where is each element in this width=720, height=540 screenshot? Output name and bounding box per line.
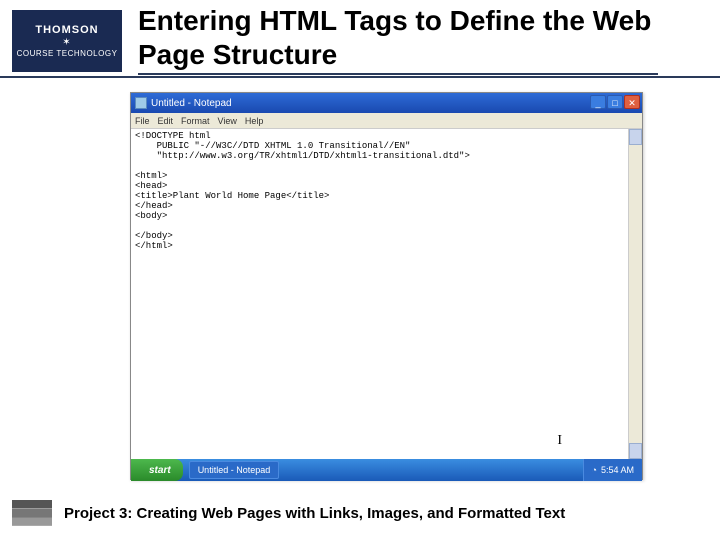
windows-taskbar: start Untitled - Notepad ◔ 5:54 AM <box>131 459 642 481</box>
taskbar-item-notepad[interactable]: Untitled - Notepad <box>189 461 280 479</box>
menu-edit[interactable]: Edit <box>158 116 174 126</box>
text-cursor-icon: I <box>557 433 562 449</box>
notepad-menu-bar: File Edit Format View Help <box>131 113 642 129</box>
slide-title: Entering HTML Tags to Define the Web Pag… <box>138 4 658 75</box>
thomson-logo: THOMSON ✶ COURSE TECHNOLOGY <box>12 10 122 72</box>
start-label: start <box>149 465 171 476</box>
window-controls: _ □ ✕ <box>590 95 640 109</box>
tray-clock: 5:54 AM <box>601 465 634 475</box>
slide: THOMSON ✶ COURSE TECHNOLOGY Entering HTM… <box>0 0 720 540</box>
notepad-titlebar[interactable]: Untitled - Notepad _ □ ✕ <box>131 93 642 113</box>
menu-view[interactable]: View <box>218 116 237 126</box>
tray-icon: ◔ <box>592 465 597 475</box>
slide-footer: Project 3: Creating Web Pages with Links… <box>0 500 720 526</box>
notepad-text-area[interactable]: <!DOCTYPE html PUBLIC "-//W3C//DTD XHTML… <box>131 129 642 459</box>
notepad-window: Untitled - Notepad _ □ ✕ File Edit Forma… <box>130 92 643 480</box>
vertical-scrollbar[interactable] <box>628 129 642 459</box>
taskbar-item-label: Untitled - Notepad <box>198 465 271 475</box>
notepad-content: <!DOCTYPE html PUBLIC "-//W3C//DTD XHTML… <box>135 131 470 251</box>
menu-format[interactable]: Format <box>181 116 210 126</box>
series-logo <box>12 500 52 526</box>
system-tray[interactable]: ◔ 5:54 AM <box>583 459 642 481</box>
slide-header: THOMSON ✶ COURSE TECHNOLOGY Entering HTM… <box>0 0 720 78</box>
maximize-button[interactable]: □ <box>607 95 623 109</box>
notepad-title-text: Untitled - Notepad <box>151 98 232 109</box>
menu-help[interactable]: Help <box>245 116 264 126</box>
footer-text: Project 3: Creating Web Pages with Links… <box>64 505 565 522</box>
start-button[interactable]: start <box>131 459 183 481</box>
logo-text-bottom: COURSE TECHNOLOGY <box>12 49 122 58</box>
menu-file[interactable]: File <box>135 116 150 126</box>
logo-star: ✶ <box>12 37 122 48</box>
minimize-button[interactable]: _ <box>590 95 606 109</box>
logo-text-top: THOMSON <box>12 24 122 36</box>
close-button[interactable]: ✕ <box>624 95 640 109</box>
notepad-icon <box>135 97 147 109</box>
